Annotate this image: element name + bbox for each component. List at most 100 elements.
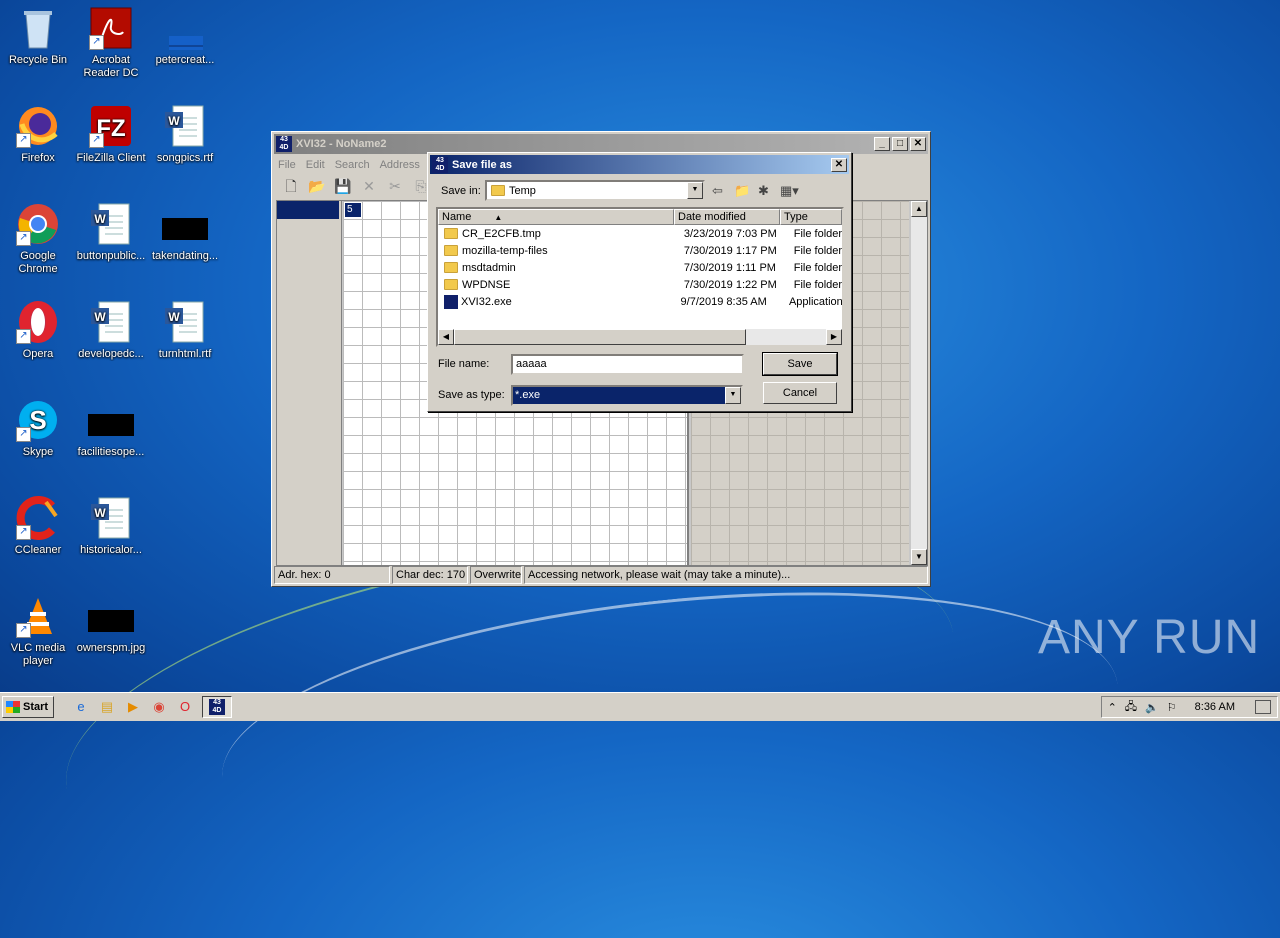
windows-logo-icon (6, 701, 20, 713)
new-icon[interactable]: 🗋 (282, 177, 300, 195)
column-type[interactable]: Type (780, 209, 842, 225)
thumbnail-image (88, 414, 134, 436)
chevron-down-icon[interactable]: ▼ (725, 387, 741, 404)
desktop-icon-songpics[interactable]: W songpics.rtf (147, 104, 223, 165)
desktop-icon-opera[interactable]: ↗ Opera (0, 300, 76, 361)
show-desktop-icon[interactable] (1255, 700, 1271, 714)
word-document-icon: W (163, 104, 207, 148)
vertical-scrollbar[interactable]: ▲ ▼ (911, 201, 927, 565)
shortcut-arrow-icon: ↗ (16, 623, 31, 638)
word-document-icon: W (89, 300, 133, 344)
save-button[interactable]: Save (762, 352, 838, 376)
list-item[interactable]: CR_E2CFB.tmp 3/23/2019 7:03 PM File fold… (438, 225, 842, 242)
file-list-header: Name ▲ Date modified Type (438, 209, 842, 225)
skype-icon: S ↗ (16, 398, 60, 442)
explorer-icon[interactable]: ▤ (98, 698, 116, 716)
menu-file[interactable]: File (278, 159, 296, 171)
desktop-icon-jpg[interactable]: ownerspm.jpg (73, 594, 149, 655)
chevron-down-icon[interactable]: ▼ (687, 182, 703, 199)
save-in-dropdown[interactable]: Temp ▼ (485, 180, 705, 201)
desktop-icon-petercreat[interactable]: petercreat... (147, 6, 223, 67)
desktop-icon-recycle-bin[interactable]: Recycle Bin (0, 6, 76, 67)
file-name-label: File name: (438, 358, 490, 370)
column-date[interactable]: Date modified (674, 209, 780, 225)
volume-icon[interactable]: 🔈 (1145, 701, 1159, 714)
view-menu-icon[interactable]: ▦▾ (780, 183, 799, 199)
desktop-icon-turnhtml[interactable]: W turnhtml.rtf (147, 300, 223, 361)
acrobat-icon: ↗ (89, 6, 133, 50)
list-item[interactable]: WPDNSE 7/30/2019 1:22 PM File folder (438, 276, 842, 293)
opera-icon[interactable]: O (176, 698, 194, 716)
horizontal-scrollbar[interactable]: ◀ ▶ (438, 329, 842, 345)
desktop-icon-acrobat[interactable]: ↗ Acrobat Reader DC (73, 6, 149, 80)
start-button[interactable]: Start (2, 696, 54, 718)
scissors-icon[interactable]: ✂ (386, 177, 404, 195)
save-type-label: Save as type: (438, 389, 505, 401)
address-selection (277, 201, 339, 219)
shortcut-arrow-icon: ↗ (16, 329, 31, 344)
maximize-button[interactable]: □ (892, 137, 908, 151)
file-name-input[interactable]: aaaaa (511, 354, 744, 375)
chrome-icon[interactable]: ◉ (150, 698, 168, 716)
desktop-icon-word-doc[interactable]: W developedc... (73, 300, 149, 361)
desktop-icon-word-doc[interactable]: W buttonpublic... (73, 202, 149, 263)
list-item[interactable]: XVI32.exe 9/7/2019 8:35 AM Application (438, 293, 842, 310)
xvi32-icon: 43 4D (209, 699, 225, 715)
up-folder-icon[interactable]: 📁 (734, 183, 750, 199)
desktop-icon-ccleaner[interactable]: ↗ CCleaner (0, 496, 76, 557)
desktop-icon-filezilla[interactable]: FZ ↗ FileZilla Client (73, 104, 149, 165)
shortcut-arrow-icon: ↗ (89, 133, 104, 148)
clock[interactable]: 8:36 AM (1195, 701, 1235, 713)
desktop-icon-black-thumb[interactable]: facilitiesope... (73, 398, 149, 459)
taskbar-xvi32-button[interactable]: 43 4D (202, 696, 232, 718)
file-list[interactable]: Name ▲ Date modified Type CR_E2CFB.tmp 3… (436, 207, 844, 347)
list-item[interactable]: msdtadmin 7/30/2019 1:11 PM File folder (438, 259, 842, 276)
word-document-icon: W (163, 300, 207, 344)
menu-search[interactable]: Search (335, 159, 370, 171)
window-title: XVI32 - NoName2 (296, 138, 387, 150)
save-type-dropdown[interactable]: *.exe ▼ (511, 385, 743, 406)
status-message: Accessing network, please wait (may take… (524, 566, 928, 584)
save-icon[interactable]: 💾 (334, 177, 352, 195)
column-name[interactable]: Name ▲ (438, 209, 674, 225)
shortcut-arrow-icon: ↗ (16, 133, 31, 148)
desktop-icon-takendating[interactable]: takendating... (147, 202, 223, 263)
menu-edit[interactable]: Edit (306, 159, 325, 171)
dialog-close-button[interactable]: ✕ (831, 157, 847, 172)
desktop-icon-word-doc[interactable]: W historicalor... (73, 496, 149, 557)
dialog-titlebar[interactable]: 43 4D Save file as ✕ (430, 155, 849, 174)
back-icon[interactable]: ⇦ (712, 183, 723, 199)
cancel-button[interactable]: Cancel (763, 382, 837, 404)
scroll-up-icon[interactable]: ▲ (911, 201, 927, 217)
action-center-flag-icon[interactable]: ⚐ (1167, 701, 1177, 714)
opera-icon: ↗ (16, 300, 60, 344)
close-button[interactable]: ✕ (910, 137, 926, 151)
desktop-icon-firefox[interactable]: ↗ Firefox (0, 104, 76, 165)
desktop-icon-vlc[interactable]: ↗ VLC media player (0, 594, 76, 668)
ie-icon[interactable]: e (72, 698, 90, 716)
menu-address[interactable]: Address (380, 159, 420, 171)
media-player-icon[interactable]: ▶ (124, 698, 142, 716)
thumbnail-image (88, 610, 134, 632)
xvi32-icon: 43 4D (276, 136, 292, 152)
word-document-icon: W (89, 496, 133, 540)
tray-expand-icon[interactable]: ⌃ (1108, 701, 1117, 714)
window-titlebar[interactable]: 43 4D XVI32 - NoName2 _ □ ✕ (274, 134, 928, 154)
scroll-down-icon[interactable]: ▼ (911, 549, 927, 565)
scroll-left-icon[interactable]: ◀ (438, 329, 454, 345)
scroll-right-icon[interactable]: ▶ (826, 329, 842, 345)
minimize-button[interactable]: _ (874, 137, 890, 151)
network-icon[interactable]: 🖧 (1125, 698, 1137, 717)
scroll-thumb[interactable] (454, 329, 746, 345)
cut-icon[interactable]: ✕ (360, 177, 378, 195)
desktop-icon-skype[interactable]: S ↗ Skype (0, 398, 76, 459)
open-icon[interactable]: 📂 (308, 177, 326, 195)
save-file-dialog[interactable]: 43 4D Save file as ✕ Save in: Temp ▼ ⇦ 📁 … (427, 152, 852, 412)
new-folder-icon[interactable]: ✱ (758, 183, 769, 199)
hex-cell-selected[interactable]: 5 (345, 203, 361, 217)
desktop-icon-chrome[interactable]: ↗ Google Chrome (0, 202, 76, 276)
firefox-icon: ↗ (16, 104, 60, 148)
svg-text:W: W (94, 310, 106, 324)
status-char: Char dec: 170 (392, 566, 468, 584)
list-item[interactable]: mozilla-temp-files 7/30/2019 1:17 PM Fil… (438, 242, 842, 259)
